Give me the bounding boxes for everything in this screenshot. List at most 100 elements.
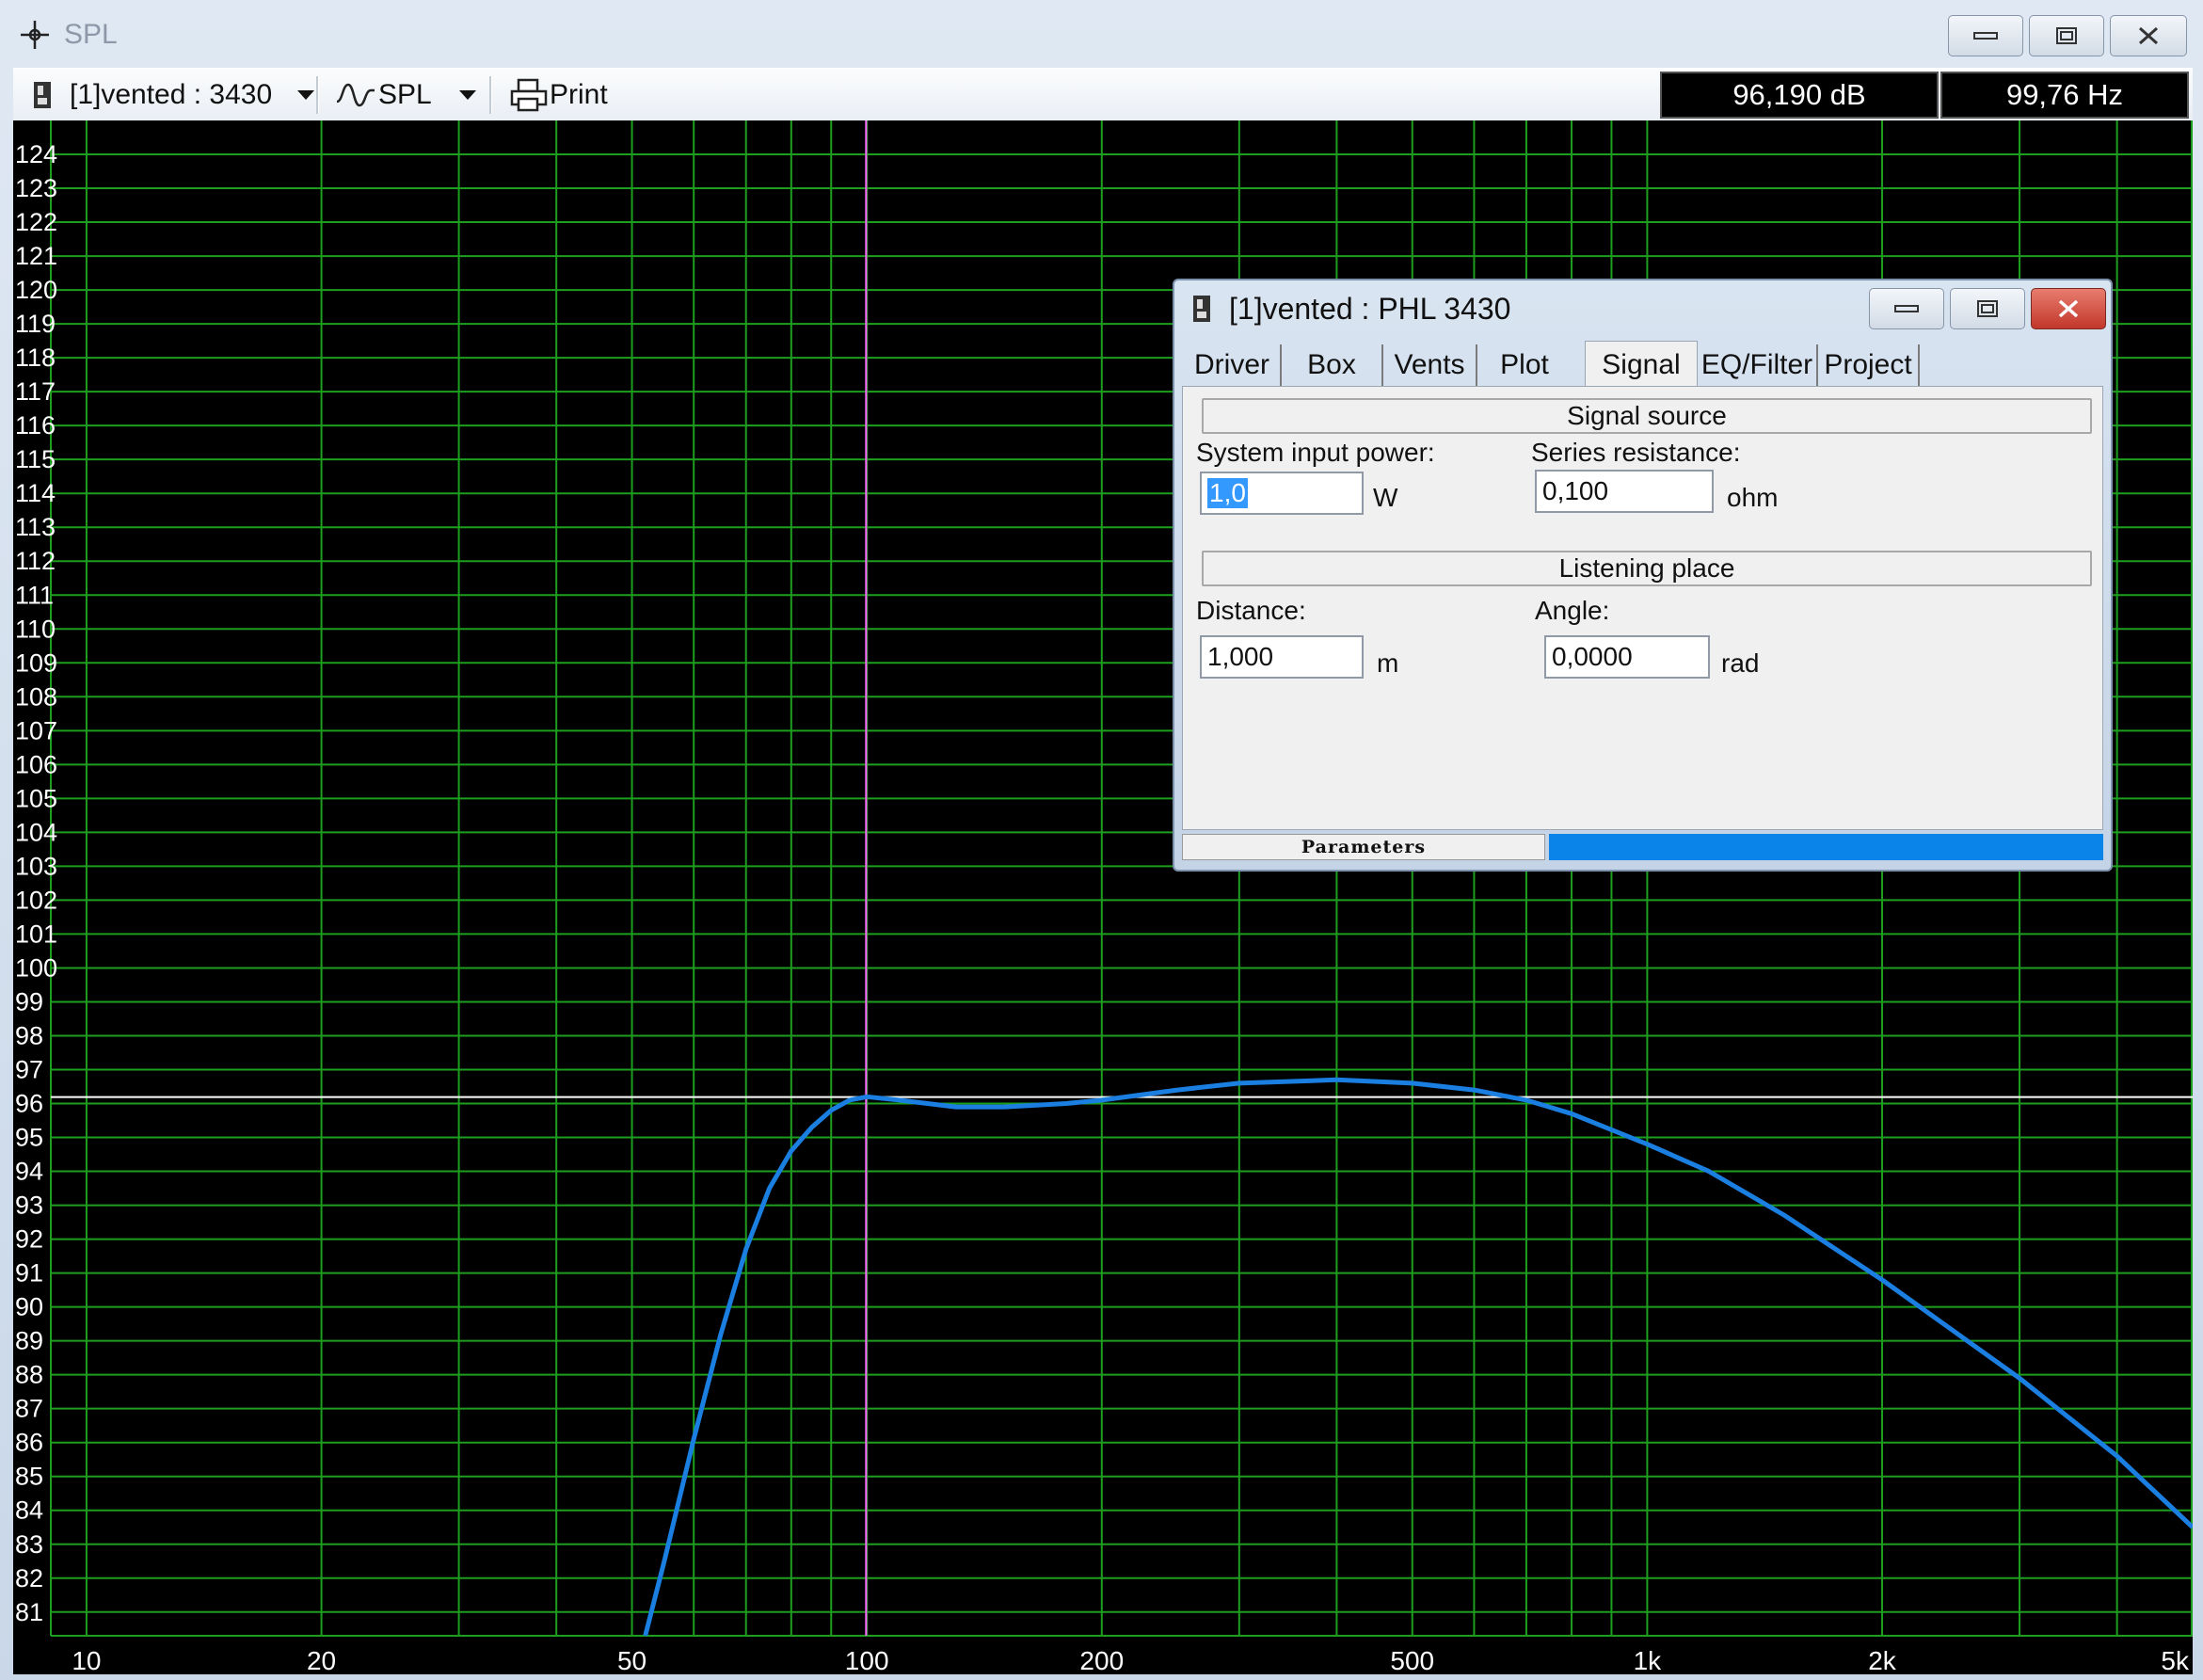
- project-selector[interactable]: [1]vented : 3430: [32, 69, 315, 121]
- x-tick-label: 200: [1079, 1646, 1124, 1674]
- minimize-button[interactable]: [1948, 15, 2023, 56]
- series-resistance-field[interactable]: 0,100: [1535, 470, 1714, 513]
- signal-source-header: Signal source: [1202, 398, 2092, 434]
- x-tick-label: 50: [617, 1646, 647, 1674]
- x-tick-label: 10: [72, 1646, 101, 1674]
- close-icon: [2058, 299, 2079, 318]
- y-tick-label: 83: [15, 1530, 43, 1559]
- angle-label: Angle:: [1535, 596, 1610, 625]
- y-tick-label: 100: [15, 953, 57, 982]
- tab-eq-filter[interactable]: EQ/Filter: [1698, 344, 1818, 386]
- y-tick-label: 97: [15, 1056, 43, 1084]
- spl-window: SPL [1]vented : 3430 SPL Print 96,190 dB: [0, 0, 2203, 1680]
- angle-field[interactable]: 0,0000: [1544, 635, 1710, 679]
- dialog-close-button[interactable]: [2031, 288, 2106, 329]
- y-tick-label: 87: [15, 1395, 43, 1423]
- toolbar-divider: [489, 76, 492, 114]
- y-tick-label: 102: [15, 886, 57, 914]
- system-input-power-field[interactable]: 1,0: [1200, 472, 1364, 515]
- spl-curve: [643, 1077, 2195, 1637]
- frequency-readout: 99,76 Hz: [1940, 72, 2189, 119]
- y-tick-label: 86: [15, 1429, 43, 1457]
- tab-driver[interactable]: Driver: [1184, 344, 1282, 386]
- power-unit-label: W: [1373, 483, 1398, 512]
- y-tick-label: 114: [15, 479, 56, 507]
- y-tick-label: 103: [15, 852, 57, 880]
- y-tick-label: 90: [15, 1293, 43, 1321]
- close-button[interactable]: [2110, 15, 2187, 56]
- y-tick-label: 88: [15, 1361, 43, 1389]
- tab-vents[interactable]: Vents: [1383, 344, 1477, 386]
- y-tick-label: 99: [15, 987, 43, 1016]
- status-progress-bar: [1549, 834, 2103, 860]
- y-tick-label: 111: [15, 581, 54, 609]
- y-tick-label: 84: [15, 1496, 43, 1525]
- x-tick-label: 5k: [2161, 1646, 2190, 1674]
- dialog-tabs: Driver Box Vents Plot Signal EQ/Filter P…: [1184, 341, 2102, 388]
- dialog-maximize-button[interactable]: [1950, 288, 2025, 329]
- y-tick-label: 117: [15, 377, 56, 406]
- y-tick-label: 119: [15, 310, 56, 338]
- angle-unit-label: rad: [1721, 648, 1760, 678]
- speaker-icon: [1193, 296, 1210, 322]
- chevron-down-icon: [458, 90, 476, 100]
- series-resistance-label: Series resistance:: [1531, 438, 1741, 467]
- project-dialog: [1]vented : PHL 3430 Driver Box Vents Pl…: [1173, 279, 2113, 872]
- y-tick-label: 116: [15, 411, 56, 440]
- y-tick-label: 107: [15, 716, 57, 744]
- y-tick-label: 92: [15, 1225, 43, 1254]
- speaker-icon: [34, 82, 51, 108]
- level-readout: 96,190 dB: [1660, 72, 1939, 119]
- y-tick-label: 121: [15, 242, 57, 270]
- toolbar-divider: [316, 76, 319, 114]
- print-button[interactable]: Print: [510, 69, 608, 121]
- signal-panel: Signal source System input power: 1,0 W …: [1182, 386, 2103, 830]
- x-tick-label: 2k: [1868, 1646, 1897, 1674]
- y-tick-label: 106: [15, 750, 57, 778]
- tab-signal[interactable]: Signal: [1585, 341, 1698, 388]
- y-tick-label: 110: [15, 615, 56, 643]
- tab-plot[interactable]: Plot: [1477, 344, 1572, 386]
- y-tick-label: 101: [15, 920, 57, 948]
- system-input-power-label: System input power:: [1196, 438, 1435, 467]
- dialog-status-bar: Parameters: [1182, 832, 2103, 862]
- dialog-minimize-button[interactable]: [1869, 288, 1944, 329]
- resistance-unit-label: ohm: [1727, 483, 1779, 512]
- project-selector-label: [1]vented : 3430: [70, 79, 273, 110]
- y-tick-label: 95: [15, 1124, 43, 1152]
- distance-label: Distance:: [1196, 596, 1306, 625]
- x-tick-label: 1k: [1634, 1646, 1663, 1674]
- y-tick-label: 122: [15, 208, 57, 236]
- y-tick-label: 104: [15, 818, 57, 846]
- y-tick-label: 82: [15, 1564, 43, 1592]
- system-input-power-value: 1,0: [1207, 478, 1248, 508]
- graph-selector[interactable]: SPL: [335, 69, 477, 121]
- y-tick-label: 96: [15, 1090, 43, 1118]
- minimize-icon: [1894, 305, 1919, 312]
- print-label: Print: [550, 79, 608, 110]
- tab-box[interactable]: Box: [1282, 344, 1383, 386]
- close-icon: [2139, 26, 2158, 45]
- y-tick-label: 112: [15, 547, 56, 575]
- maximize-icon: [1977, 300, 1998, 317]
- chevron-down-icon: [297, 90, 315, 100]
- waveform-icon: [336, 83, 375, 107]
- distance-field[interactable]: 1,000: [1200, 635, 1364, 679]
- tab-project[interactable]: Project: [1818, 344, 1920, 386]
- printer-icon: [510, 78, 548, 112]
- x-tick-label: 20: [307, 1646, 336, 1674]
- y-tick-label: 124: [15, 140, 57, 168]
- y-tick-label: 109: [15, 648, 57, 677]
- listening-place-header: Listening place: [1202, 551, 2092, 586]
- dialog-title: [1]vented : PHL 3430: [1229, 292, 1511, 326]
- y-tick-label: 98: [15, 1021, 43, 1049]
- y-tick-label: 108: [15, 682, 57, 711]
- y-tick-label: 105: [15, 784, 57, 812]
- y-tick-label: 81: [15, 1598, 43, 1626]
- maximize-button[interactable]: [2029, 15, 2104, 56]
- graph-selector-label: SPL: [378, 79, 432, 110]
- y-tick-label: 123: [15, 174, 57, 202]
- title-bar[interactable]: SPL: [0, 0, 2203, 68]
- x-tick-label: 500: [1390, 1646, 1434, 1674]
- y-tick-label: 94: [15, 1158, 43, 1186]
